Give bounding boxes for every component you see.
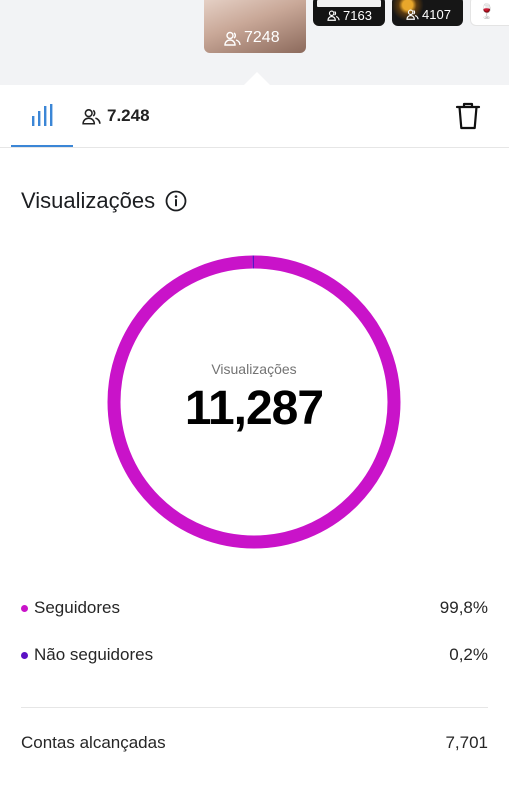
legend-row-followers: Seguidores 99,8% [21,598,488,618]
accounts-reached-label: Contas alcançadas [21,733,166,752]
thumbnail-count-text: 7163 [343,8,372,23]
views-section-header: Visualizações [21,188,187,214]
views-title: Visualizações [21,188,156,213]
thumbnail-count-text: 4107 [422,7,451,22]
thumbnail-caption-banner [317,0,381,7]
donut-center: Visualizações 11,287 [104,252,404,552]
legend-row-non-followers: Não seguidores 0,2% [21,645,488,665]
thumbnail-view-count: 7163 [327,8,372,23]
legend-label: Não seguidores [34,645,154,664]
accounts-reached-value: 7,701 [445,733,488,752]
tab-followers[interactable]: 7.248 [82,85,150,147]
legend-dot [21,651,28,659]
people-icon [82,108,101,125]
thumbnail-count-text: 7248 [244,29,280,46]
wine-glass-icon: 🍷 [478,3,496,19]
donut-center-label: Visualizações [211,360,297,377]
post-thumbnail[interactable]: 4107 [392,0,463,26]
accounts-reached-row: Contas alcançadas 7,701 [21,733,488,753]
bar-chart-icon [32,104,53,126]
thumbnail-view-count: 7248 [224,29,280,47]
thumbnail-view-count: 4107 [406,7,451,22]
insights-tab-bar: 7.248 [0,85,509,148]
views-total: 11,287 [184,381,324,435]
legend-value: 99,8% [439,598,488,617]
people-icon [406,9,419,20]
followers-count: 7.248 [107,106,150,125]
post-thumbnail[interactable]: 🍷 [470,0,509,26]
views-donut-chart: Visualizações 11,287 [104,252,404,552]
delete-button[interactable] [452,100,484,132]
legend-dot [21,604,28,612]
post-thumbnail-selected[interactable]: 7248 [204,0,306,53]
post-thumbnail[interactable]: 7163 [313,0,385,26]
legend-label: Seguidores [34,598,121,617]
trash-icon [455,102,481,130]
divider [21,707,488,708]
info-icon[interactable] [165,190,187,212]
selection-caret [244,72,270,85]
tab-statistics[interactable] [11,85,73,147]
people-icon [327,10,340,21]
people-icon [224,31,241,46]
legend-value: 0,2% [449,645,488,664]
